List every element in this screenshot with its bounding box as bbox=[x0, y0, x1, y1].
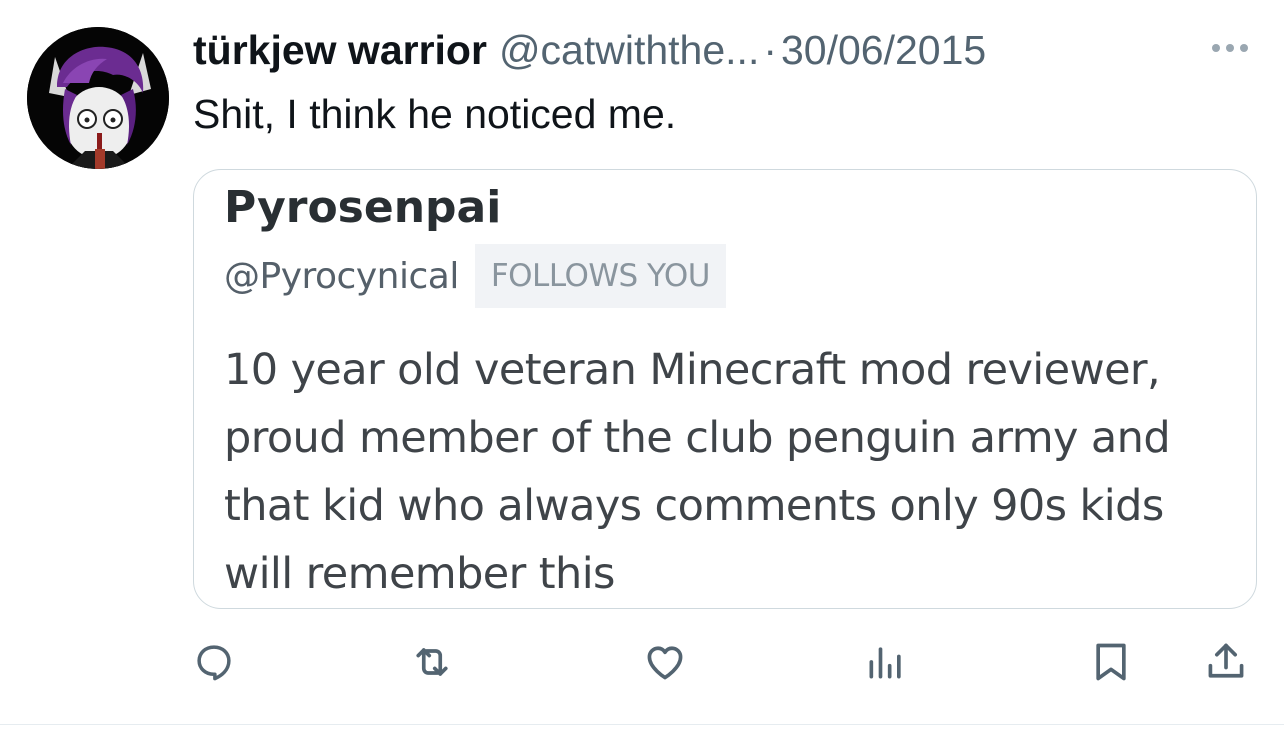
quoted-image-card[interactable]: Pyrosenpai @Pyrocynical FOLLOWS YOU 10 y… bbox=[193, 169, 1257, 609]
bio-line: that kid who always comments only 90s ki… bbox=[224, 481, 1164, 531]
tweet-action-bar bbox=[0, 640, 1284, 686]
header-separator: · bbox=[763, 27, 777, 73]
quoted-profile-bio: 10 year old veteran Minecraft mod review… bbox=[224, 336, 1256, 608]
tweet-date[interactable]: 30/06/2015 bbox=[781, 27, 986, 73]
more-horizontal-icon[interactable] bbox=[1206, 36, 1254, 60]
tweet-text: Shit, I think he noticed me. bbox=[193, 91, 677, 137]
bottom-divider bbox=[0, 724, 1284, 725]
follows-you-badge: FOLLOWS YOU bbox=[474, 244, 726, 308]
share-icon[interactable] bbox=[1204, 640, 1248, 684]
bio-line: will remember this bbox=[224, 549, 615, 599]
bio-line: proud member of the club penguin army an… bbox=[224, 413, 1171, 463]
bookmark-icon[interactable] bbox=[1089, 640, 1133, 684]
tweet-header: türkjew warrior @catwiththe...·30/06/2015 bbox=[193, 26, 986, 74]
views-icon[interactable] bbox=[864, 640, 908, 684]
reply-icon[interactable] bbox=[192, 640, 236, 684]
like-icon[interactable] bbox=[643, 640, 687, 684]
avatar-image bbox=[27, 27, 169, 169]
user-handle[interactable]: @catwiththe... bbox=[499, 27, 759, 73]
avatar[interactable] bbox=[27, 27, 169, 169]
quoted-profile-handle: @Pyrocynical bbox=[224, 255, 459, 297]
bio-line: 10 year old veteran Minecraft mod review… bbox=[224, 345, 1161, 395]
retweet-icon[interactable] bbox=[410, 640, 454, 684]
display-name[interactable]: türkjew warrior bbox=[193, 27, 487, 73]
quoted-profile-handle-row: @Pyrocynical FOLLOWS YOU bbox=[224, 244, 726, 308]
quoted-profile-name: Pyrosenpai bbox=[224, 182, 502, 233]
